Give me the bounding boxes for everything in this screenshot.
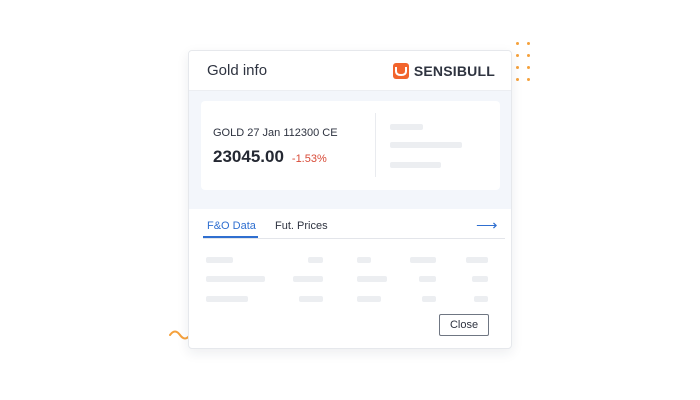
gold-info-card: Gold info SENSIBULL GOLD 27 Jan 112300 C… <box>188 50 512 349</box>
tab-fut-prices[interactable]: Fut. Prices <box>275 220 328 232</box>
card-title: Gold info <box>207 62 268 79</box>
skeleton-cell <box>206 257 233 263</box>
close-button[interactable]: Close <box>439 314 489 336</box>
skeleton-cell <box>206 276 265 282</box>
skeleton-line <box>390 124 423 130</box>
skeleton-cell <box>299 296 323 302</box>
sensibull-logo-icon <box>392 62 409 79</box>
skeleton-cell <box>422 296 436 302</box>
skeleton-cell <box>466 257 488 263</box>
instrument-symbol: GOLD 27 Jan 112300 CE <box>213 127 338 139</box>
skeleton-cell <box>357 257 371 263</box>
brand-name: SENSIBULL <box>413 62 495 79</box>
brand: SENSIBULL <box>392 62 495 79</box>
skeleton-cell <box>410 257 436 263</box>
card-header: Gold info SENSIBULL <box>189 51 511 91</box>
tab-divider <box>203 238 505 239</box>
quote-card: GOLD 27 Jan 112300 CE 23045.00 -1.53% <box>201 101 500 190</box>
skeleton-cell <box>293 276 323 282</box>
stage: Gold info SENSIBULL GOLD 27 Jan 112300 C… <box>0 0 700 400</box>
skeleton-line <box>390 162 441 168</box>
tab-fo-data[interactable]: F&O Data <box>207 220 256 232</box>
dot-grid-decoration <box>514 42 534 82</box>
skeleton-line <box>390 142 462 148</box>
skeleton-cell <box>308 257 323 263</box>
price-change: -1.53% <box>291 153 327 165</box>
arrow-right-icon[interactable]: ⟶ <box>476 216 498 234</box>
vertical-divider <box>375 113 376 177</box>
skeleton-cell <box>472 276 488 282</box>
skeleton-cell <box>357 276 387 282</box>
skeleton-cell <box>357 296 381 302</box>
price-row: 23045.00 -1.53% <box>213 147 327 167</box>
tab-bar: F&O Data Fut. Prices ⟶ <box>189 209 511 239</box>
skeleton-cell <box>419 276 436 282</box>
skeleton-cell <box>474 296 488 302</box>
quote-section: GOLD 27 Jan 112300 CE 23045.00 -1.53% <box>189 91 511 209</box>
last-price: 23045.00 <box>213 147 284 166</box>
skeleton-cell <box>206 296 248 302</box>
